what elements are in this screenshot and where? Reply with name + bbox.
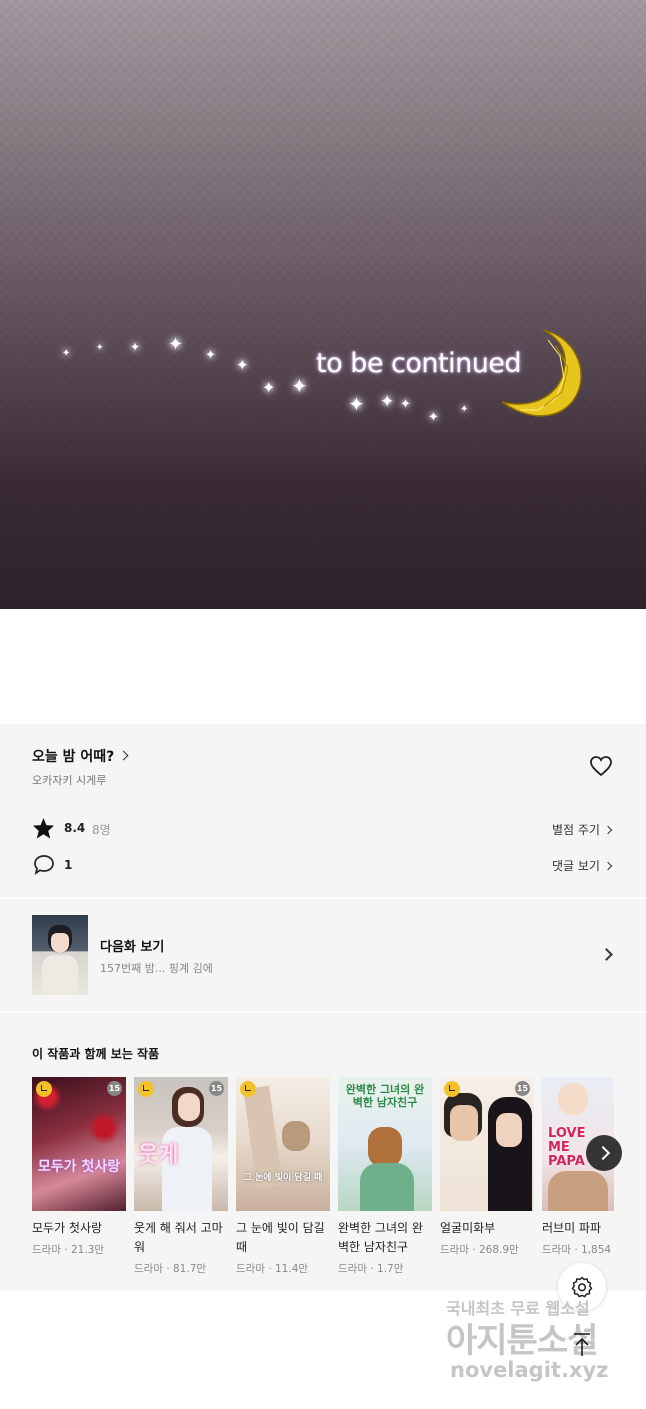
recommendation-card[interactable]: 완벽한 그녀의 완벽한 남자친구 완벽한 그녀의 완벽한 남자친구 드라마 · … <box>338 1077 432 1276</box>
recommendation-cover: 모두가 첫사랑 15 <box>32 1077 126 1211</box>
sparkle-icon: ✦ <box>62 348 71 359</box>
recommendation-cover: 그 눈에 빛이 담길 때 <box>236 1077 330 1211</box>
clock-badge-icon <box>36 1081 52 1097</box>
recommendation-meta: 드라마 · 81.7만 <box>134 1263 207 1275</box>
sparkle-icon: ✦ <box>400 397 411 412</box>
cover-title: 웃게 <box>138 1143 179 1168</box>
watermark-url: novelagit.xyz <box>450 1358 609 1382</box>
rating-score: 8.4 <box>64 821 86 835</box>
clock-badge-icon <box>138 1081 154 1097</box>
scroll-to-top-icon[interactable] <box>570 1332 594 1358</box>
rating-count: 8명 <box>92 823 111 837</box>
clock-badge-icon <box>240 1081 256 1097</box>
recommendation-title: 얼굴미화부 <box>440 1221 496 1235</box>
recommendation-card[interactable]: 웃게 15 웃게 해 줘서 고마워 드라마 · 81.7만 <box>134 1077 228 1276</box>
next-episode-subtitle: 157번째 밤... 핑계 김에 <box>100 962 213 975</box>
sparkle-icon: ✦ <box>130 340 141 354</box>
sparkle-icon: ✦ <box>291 374 308 398</box>
star-icon <box>32 817 55 839</box>
series-title-link[interactable]: 오늘 밤 어때? <box>32 746 129 766</box>
sparkle-icon: ✦ <box>168 334 184 355</box>
sparkle-icon: ✦ <box>380 392 395 412</box>
sparkle-icon: ✦ <box>205 348 216 363</box>
episode-last-panel: ✦ ✦ ✦ ✦ ✦ ✦ ✦ ✦ ✦ ✦ ✦ ✦ ✦ to be continue… <box>0 0 646 609</box>
recommendation-title: 그 눈에 빛이 담길 때 <box>236 1221 325 1254</box>
heart-icon[interactable] <box>589 755 613 777</box>
series-author: 오카자키 시게루 <box>32 774 107 787</box>
chevron-right-icon <box>603 825 613 835</box>
recommendation-meta: 드라마 · 1,854 <box>542 1244 612 1256</box>
series-title: 오늘 밤 어때? <box>32 749 115 765</box>
recommendation-meta: 드라마 · 21.3만 <box>32 1244 105 1256</box>
rate-button[interactable]: 별점 주기 <box>552 821 613 838</box>
next-episode-label: 다음화 보기 <box>100 940 165 955</box>
age-rating-badge: 15 <box>515 1081 530 1096</box>
sparkle-icon: ✦ <box>460 404 469 415</box>
age-rating-badge: 15 <box>107 1081 122 1096</box>
view-comments-label: 댓글 보기 <box>552 859 600 873</box>
view-comments-button[interactable]: 댓글 보기 <box>552 857 613 874</box>
next-episode-card[interactable]: 다음화 보기 157번째 밤... 핑계 김에 <box>0 899 646 1011</box>
cover-title: 모두가 첫사랑 <box>37 1159 121 1175</box>
recommendations-title: 이 작품과 함께 보는 작품 <box>32 1047 160 1061</box>
rate-label: 별점 주기 <box>552 823 600 837</box>
recommendation-title: 완벽한 그녀의 완벽한 남자친구 <box>338 1221 423 1254</box>
divider <box>0 1011 646 1013</box>
chevron-right-icon <box>118 750 129 761</box>
comment-icon <box>34 855 54 875</box>
recommendation-title: 웃게 해 줘서 고마워 <box>134 1221 223 1254</box>
clock-badge-icon <box>444 1081 460 1097</box>
recommendation-meta: 드라마 · 11.4만 <box>236 1263 309 1275</box>
recommendation-meta: 드라마 · 1.7만 <box>338 1263 404 1275</box>
sparkle-icon: ✦ <box>96 343 104 353</box>
cover-title: 완벽한 그녀의 완벽한 남자친구 <box>345 1083 425 1109</box>
chevron-right-icon <box>603 861 613 871</box>
age-rating-badge: 15 <box>209 1081 224 1096</box>
recommendation-card[interactable]: 15 얼굴미화부 드라마 · 268.9만 <box>440 1077 534 1257</box>
recommendation-card[interactable]: 그 눈에 빛이 담길 때 그 눈에 빛이 담길 때 드라마 · 11.4만 <box>236 1077 330 1276</box>
recommendation-title: 러브미 파파 <box>542 1221 602 1235</box>
comment-count: 1 <box>64 858 73 872</box>
cover-title: 그 눈에 빛이 담길 때 <box>243 1173 323 1183</box>
recommendation-card[interactable]: 모두가 첫사랑 15 모두가 첫사랑 드라마 · 21.3만 <box>32 1077 126 1257</box>
recommendation-cover: 완벽한 그녀의 완벽한 남자친구 <box>338 1077 432 1211</box>
sparkle-icon: ✦ <box>428 410 439 425</box>
sparkle-icon: ✦ <box>348 392 365 416</box>
recommendation-cover: 15 <box>440 1077 534 1211</box>
next-episode-thumbnail <box>32 915 88 995</box>
sparkle-icon: ✦ <box>262 378 276 397</box>
crescent-moon-icon <box>501 329 582 417</box>
recommendation-meta: 드라마 · 268.9만 <box>440 1244 519 1256</box>
carousel-next-button[interactable] <box>586 1135 622 1171</box>
recommendation-title: 모두가 첫사랑 <box>32 1221 103 1235</box>
recommendation-cover: 웃게 15 <box>134 1077 228 1211</box>
chevron-right-icon <box>600 948 613 961</box>
to-be-continued-caption: to be continued <box>316 348 522 379</box>
sparkle-icon: ✦ <box>236 356 249 374</box>
